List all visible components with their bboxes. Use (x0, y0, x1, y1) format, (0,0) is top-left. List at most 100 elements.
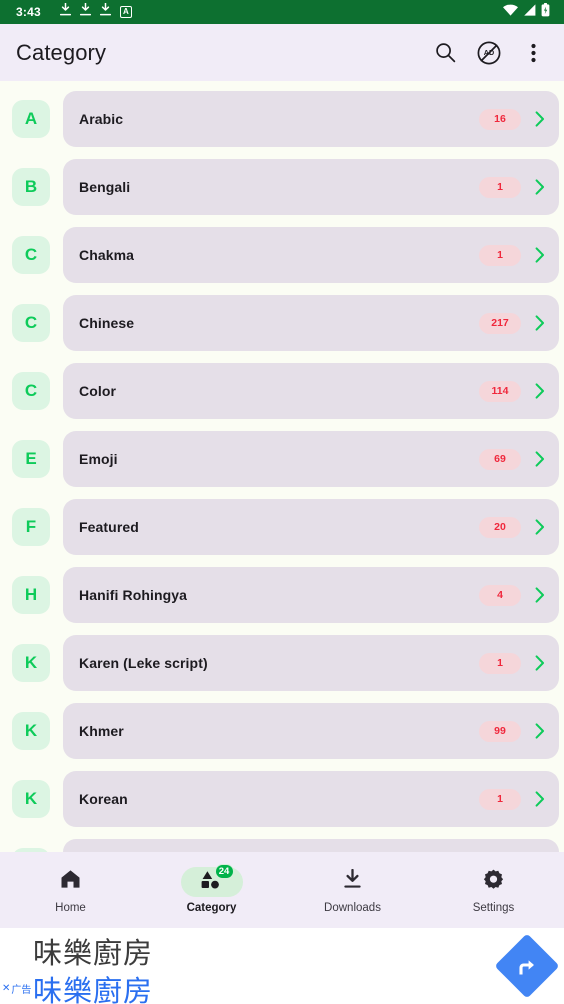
category-name: Color (79, 383, 117, 399)
bottom-navigation: Home 24 Category Downloads Settings (0, 852, 564, 928)
card-right: 1 (479, 244, 545, 266)
chevron-right-icon[interactable] (535, 451, 545, 467)
list-item[interactable]: C Chakma 1 (0, 227, 564, 283)
list-item[interactable]: K Karen (Leke script) 1 (0, 635, 564, 691)
card-right: 20 (479, 516, 545, 538)
chevron-right-icon[interactable] (535, 655, 545, 671)
svg-text:AD: AD (484, 48, 494, 57)
close-icon[interactable]: ✕ (2, 983, 10, 994)
nav-item-downloads[interactable]: Downloads (282, 852, 423, 928)
chevron-right-icon[interactable] (535, 383, 545, 399)
chevron-right-icon[interactable] (535, 111, 545, 127)
app-bar: Category AD (0, 24, 564, 81)
overflow-menu-icon[interactable] (518, 38, 548, 68)
category-badge: 24 (214, 863, 234, 879)
card-right: 16 (479, 108, 545, 130)
remove-ads-icon[interactable]: AD (474, 38, 504, 68)
category-card[interactable]: Featured 20 (63, 499, 559, 555)
category-card[interactable]: Chinese 217 (63, 295, 559, 351)
ad-link-text[interactable]: 味樂廚房 (33, 968, 153, 1004)
letter-a-icon: A (119, 6, 132, 18)
category-name: Bengali (79, 179, 131, 195)
download-icon (79, 2, 91, 21)
nav-icon-wrap (40, 867, 102, 897)
list-item[interactable]: H Hanifi Rohingya 4 (0, 567, 564, 623)
count-badge: 4 (479, 584, 521, 606)
chevron-right-icon[interactable] (535, 247, 545, 263)
search-icon[interactable] (430, 38, 460, 68)
category-name: Karen (Leke script) (79, 655, 208, 671)
nav-item-category[interactable]: 24 Category (141, 852, 282, 928)
count-badge: 16 (479, 108, 521, 130)
list-item[interactable]: K Korean 1 (0, 771, 564, 827)
category-card[interactable]: Bengali 1 (63, 159, 559, 215)
download-icon (59, 2, 71, 21)
list-item[interactable]: A Arabic 16 (0, 91, 564, 147)
category-card[interactable]: Chakma 1 (63, 227, 559, 283)
chevron-right-icon[interactable] (535, 519, 545, 535)
nav-icon-wrap-active: 24 (180, 863, 243, 897)
app-screen: 3:43 A Category AD A Arabic 16 B Bengali… (0, 0, 564, 1004)
ad-headline: 味樂廚房 (33, 936, 154, 970)
count-badge: 99 (479, 720, 521, 742)
chevron-right-icon[interactable] (535, 315, 545, 331)
ad-cta-button[interactable] (494, 933, 560, 999)
avatar: K (12, 644, 50, 682)
category-card[interactable]: Color 114 (63, 363, 559, 419)
chevron-right-icon[interactable] (535, 587, 545, 603)
cellular-signal-icon (523, 3, 536, 21)
list-item[interactable]: E Emoji 69 (0, 431, 564, 487)
list-item[interactable]: K Khmer 99 (0, 703, 564, 759)
category-card[interactable]: Arabic 16 (63, 91, 559, 147)
avatar: K (12, 780, 50, 818)
nav-item-settings[interactable]: Settings (423, 852, 564, 928)
nav-label-downloads: Downloads (324, 901, 381, 914)
ad-banner[interactable]: 味樂廚房 味樂廚房 ✕ 广告 (0, 928, 564, 1004)
list-item[interactable]: C Chinese 217 (0, 295, 564, 351)
card-right: 1 (479, 788, 545, 810)
page-title: Category (16, 39, 107, 65)
avatar: H (12, 576, 50, 614)
turn-right-arrow-icon (519, 960, 534, 975)
card-right: 114 (479, 380, 545, 402)
category-card[interactable]: Emoji 69 (63, 431, 559, 487)
avatar: C (12, 372, 50, 410)
ad-close-label[interactable]: ✕ 广告 (2, 981, 31, 996)
nav-item-home[interactable]: Home (0, 852, 141, 928)
download-icon (343, 868, 362, 894)
chevron-right-icon[interactable] (535, 179, 545, 195)
chevron-right-icon[interactable] (535, 791, 545, 807)
list-item[interactable]: B Bengali 1 (0, 159, 564, 215)
category-card[interactable]: Khmer 99 (63, 703, 559, 759)
list-item[interactable]: F Featured 20 (0, 499, 564, 555)
status-clock: 3:43 (16, 5, 41, 19)
download-icon (99, 2, 111, 21)
avatar: A (12, 100, 50, 138)
avatar: K (12, 712, 50, 750)
nav-label-home: Home (55, 901, 86, 914)
card-right: 1 (479, 652, 545, 674)
category-name: Featured (79, 519, 139, 535)
list-item[interactable]: C Color 114 (0, 363, 564, 419)
category-card[interactable]: Karen (Leke script) 1 (63, 635, 559, 691)
status-bar-right (503, 2, 556, 22)
category-name: Korean (79, 791, 128, 807)
category-card[interactable]: Hanifi Rohingya 4 (63, 567, 559, 623)
count-badge: 1 (479, 244, 521, 266)
home-icon (60, 869, 81, 894)
count-badge: 114 (479, 380, 521, 402)
chevron-right-icon[interactable] (535, 723, 545, 739)
avatar: C (12, 236, 50, 274)
card-right: 4 (479, 584, 545, 606)
count-badge: 1 (479, 176, 521, 198)
count-badge: 20 (479, 516, 521, 538)
category-name: Chakma (79, 247, 135, 263)
category-name: Arabic (79, 111, 124, 127)
nav-icon-wrap (463, 867, 525, 897)
status-bar-left: 3:43 A (8, 2, 132, 21)
card-right: 69 (479, 448, 545, 470)
card-right: 1 (479, 176, 545, 198)
avatar: F (12, 508, 50, 546)
category-name: Khmer (79, 723, 124, 739)
category-card[interactable]: Korean 1 (63, 771, 559, 827)
